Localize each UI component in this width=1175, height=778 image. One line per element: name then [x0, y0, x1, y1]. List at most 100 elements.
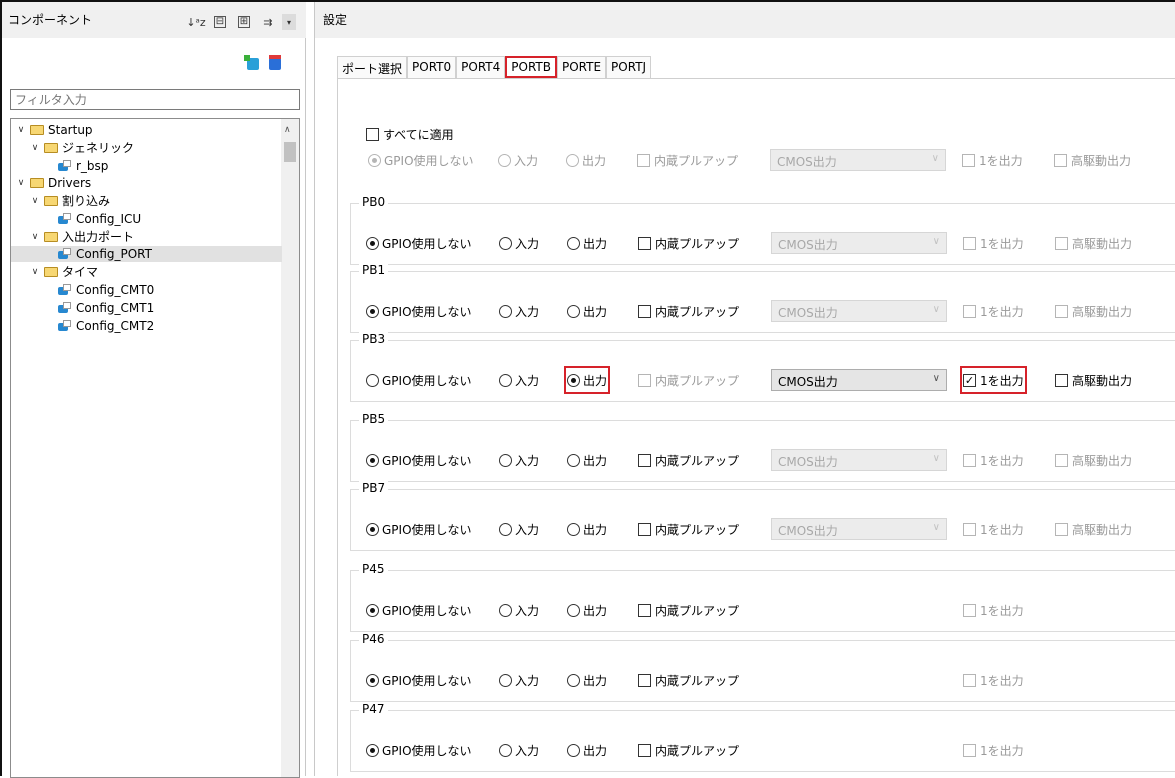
tab-portj[interactable]: PORTJ	[606, 56, 652, 78]
high-drive-checkbox[interactable]: 高駆動出力	[1055, 449, 1132, 471]
expand-all-icon[interactable]: ⊞	[238, 16, 250, 28]
mode-none-radio[interactable]: GPIO使用しない	[366, 232, 472, 254]
mode-none-radio[interactable]: GPIO使用しない	[366, 669, 472, 691]
chevron-down-icon[interactable]: ∨	[29, 229, 41, 245]
checkbox[interactable]	[963, 304, 976, 318]
checkbox[interactable]	[1055, 304, 1068, 318]
mode-input-radio[interactable]: 入力	[499, 449, 539, 471]
collapse-all-icon[interactable]: ⊟	[214, 16, 226, 28]
mode-output-radio[interactable]: 出力	[567, 449, 607, 471]
radio-button[interactable]	[499, 304, 512, 318]
mode-input-radio[interactable]: 入力	[499, 518, 539, 540]
filter-input[interactable]	[10, 89, 300, 110]
output-type-select[interactable]: CMOS出力 ∨	[771, 518, 947, 540]
mode-output-radio[interactable]: 出力	[567, 739, 607, 761]
tree-item-config-cmt2[interactable]: Config_CMT2	[57, 318, 154, 334]
out1-checkbox[interactable]: 1を出力	[963, 449, 1024, 471]
checkbox[interactable]	[638, 304, 651, 318]
mode-none-radio[interactable]: GPIO使用しない	[366, 369, 472, 391]
radio-button[interactable]	[499, 522, 512, 536]
tree-item-config-cmt0[interactable]: Config_CMT0	[57, 282, 154, 298]
radio-button[interactable]	[499, 673, 512, 687]
radio-button[interactable]	[567, 373, 580, 387]
apply-all-mode-none[interactable]: GPIO使用しない	[368, 149, 474, 171]
checkbox[interactable]	[963, 522, 976, 536]
mode-input-radio[interactable]: 入力	[499, 369, 539, 391]
checkbox[interactable]	[638, 603, 651, 617]
pullup-checkbox[interactable]: 内蔵プルアップ	[638, 518, 739, 540]
mode-output-radio[interactable]: 出力	[567, 518, 607, 540]
radio-button[interactable]	[498, 153, 511, 167]
radio-button[interactable]	[366, 373, 379, 387]
checkbox[interactable]	[638, 522, 651, 536]
radio-button[interactable]	[366, 304, 379, 318]
pullup-checkbox[interactable]: 内蔵プルアップ	[638, 369, 739, 391]
checkbox[interactable]	[1055, 522, 1068, 536]
out1-checkbox[interactable]: ✓ 1を出力	[960, 366, 1027, 394]
radio-button[interactable]	[368, 153, 381, 167]
radio-button[interactable]	[499, 603, 512, 617]
pullup-checkbox[interactable]: 内蔵プルアップ	[638, 300, 739, 322]
checkbox[interactable]	[638, 236, 651, 250]
chevron-down-icon[interactable]: ∨	[15, 175, 27, 191]
out1-checkbox[interactable]: 1を出力	[963, 739, 1024, 761]
checkbox[interactable]	[1055, 236, 1068, 250]
scroll-thumb[interactable]	[284, 142, 296, 162]
apply-all-mode-input[interactable]: 入力	[498, 149, 538, 171]
radio-button[interactable]	[566, 153, 579, 167]
checkbox[interactable]	[1054, 153, 1067, 167]
checkbox[interactable]	[963, 453, 976, 467]
radio-button[interactable]	[499, 453, 512, 467]
radio-button[interactable]	[567, 236, 580, 250]
mode-input-radio[interactable]: 入力	[499, 599, 539, 621]
tree-item--[interactable]: ∨ タイマ	[29, 264, 98, 280]
mode-output-radio[interactable]: 出力	[567, 669, 607, 691]
checkbox[interactable]	[1055, 373, 1068, 387]
checkbox[interactable]	[963, 743, 976, 757]
checkbox[interactable]: ✓	[963, 373, 976, 387]
high-drive-checkbox[interactable]: 高駆動出力	[1055, 518, 1132, 540]
add-component-icon[interactable]	[244, 55, 259, 70]
out1-checkbox[interactable]: 1を出力	[963, 669, 1024, 691]
pullup-checkbox[interactable]: 内蔵プルアップ	[638, 669, 739, 691]
radio-button[interactable]	[499, 743, 512, 757]
pullup-checkbox[interactable]: 内蔵プルアップ	[638, 449, 739, 471]
mode-none-radio[interactable]: GPIO使用しない	[366, 449, 472, 471]
pullup-checkbox[interactable]: 内蔵プルアップ	[638, 599, 739, 621]
apply-all-pullup[interactable]: 内蔵プルアップ	[637, 149, 738, 171]
chevron-down-icon[interactable]: ∨	[29, 140, 41, 156]
radio-button[interactable]	[366, 603, 379, 617]
mode-output-radio[interactable]: 出力	[567, 232, 607, 254]
radio-button[interactable]	[567, 522, 580, 536]
radio-button[interactable]	[567, 743, 580, 757]
output-type-select[interactable]: CMOS出力 ∨	[771, 232, 947, 254]
checkbox[interactable]	[1055, 453, 1068, 467]
output-type-select[interactable]: CMOS出力 ∨	[770, 149, 946, 171]
mode-none-radio[interactable]: GPIO使用しない	[366, 518, 472, 540]
high-drive-checkbox[interactable]: 高駆動出力	[1055, 300, 1132, 322]
tree-item--[interactable]: ∨ 入出力ポート	[29, 229, 134, 245]
chevron-down-icon[interactable]: ∨	[15, 122, 27, 138]
checkbox[interactable]	[963, 236, 976, 250]
tree-item-drivers[interactable]: ∨ Drivers	[15, 175, 91, 191]
tree-item-config-port[interactable]: Config_PORT	[11, 246, 282, 262]
checkbox[interactable]	[963, 673, 976, 687]
tab-port0[interactable]: PORT0	[407, 56, 457, 78]
mode-output-radio[interactable]: 出力	[567, 300, 607, 322]
chevron-down-icon[interactable]: ∨	[29, 264, 41, 280]
mode-input-radio[interactable]: 入力	[499, 669, 539, 691]
mode-none-radio[interactable]: GPIO使用しない	[366, 739, 472, 761]
apply-all-checkbox[interactable]: すべてに適用	[366, 123, 454, 145]
pullup-checkbox[interactable]: 内蔵プルアップ	[638, 232, 739, 254]
tree-item-config-cmt1[interactable]: Config_CMT1	[57, 300, 154, 316]
checkbox[interactable]	[638, 453, 651, 467]
mode-input-radio[interactable]: 入力	[499, 739, 539, 761]
scroll-up-icon[interactable]: ∧	[284, 125, 291, 135]
tab-port-select[interactable]: ポート選択	[337, 56, 408, 78]
radio-button[interactable]	[499, 236, 512, 250]
radio-button[interactable]	[567, 453, 580, 467]
pullup-checkbox[interactable]: 内蔵プルアップ	[638, 739, 739, 761]
radio-button[interactable]	[366, 673, 379, 687]
output-type-select[interactable]: CMOS出力 ∨	[771, 369, 947, 391]
remove-component-icon[interactable]	[268, 55, 281, 70]
